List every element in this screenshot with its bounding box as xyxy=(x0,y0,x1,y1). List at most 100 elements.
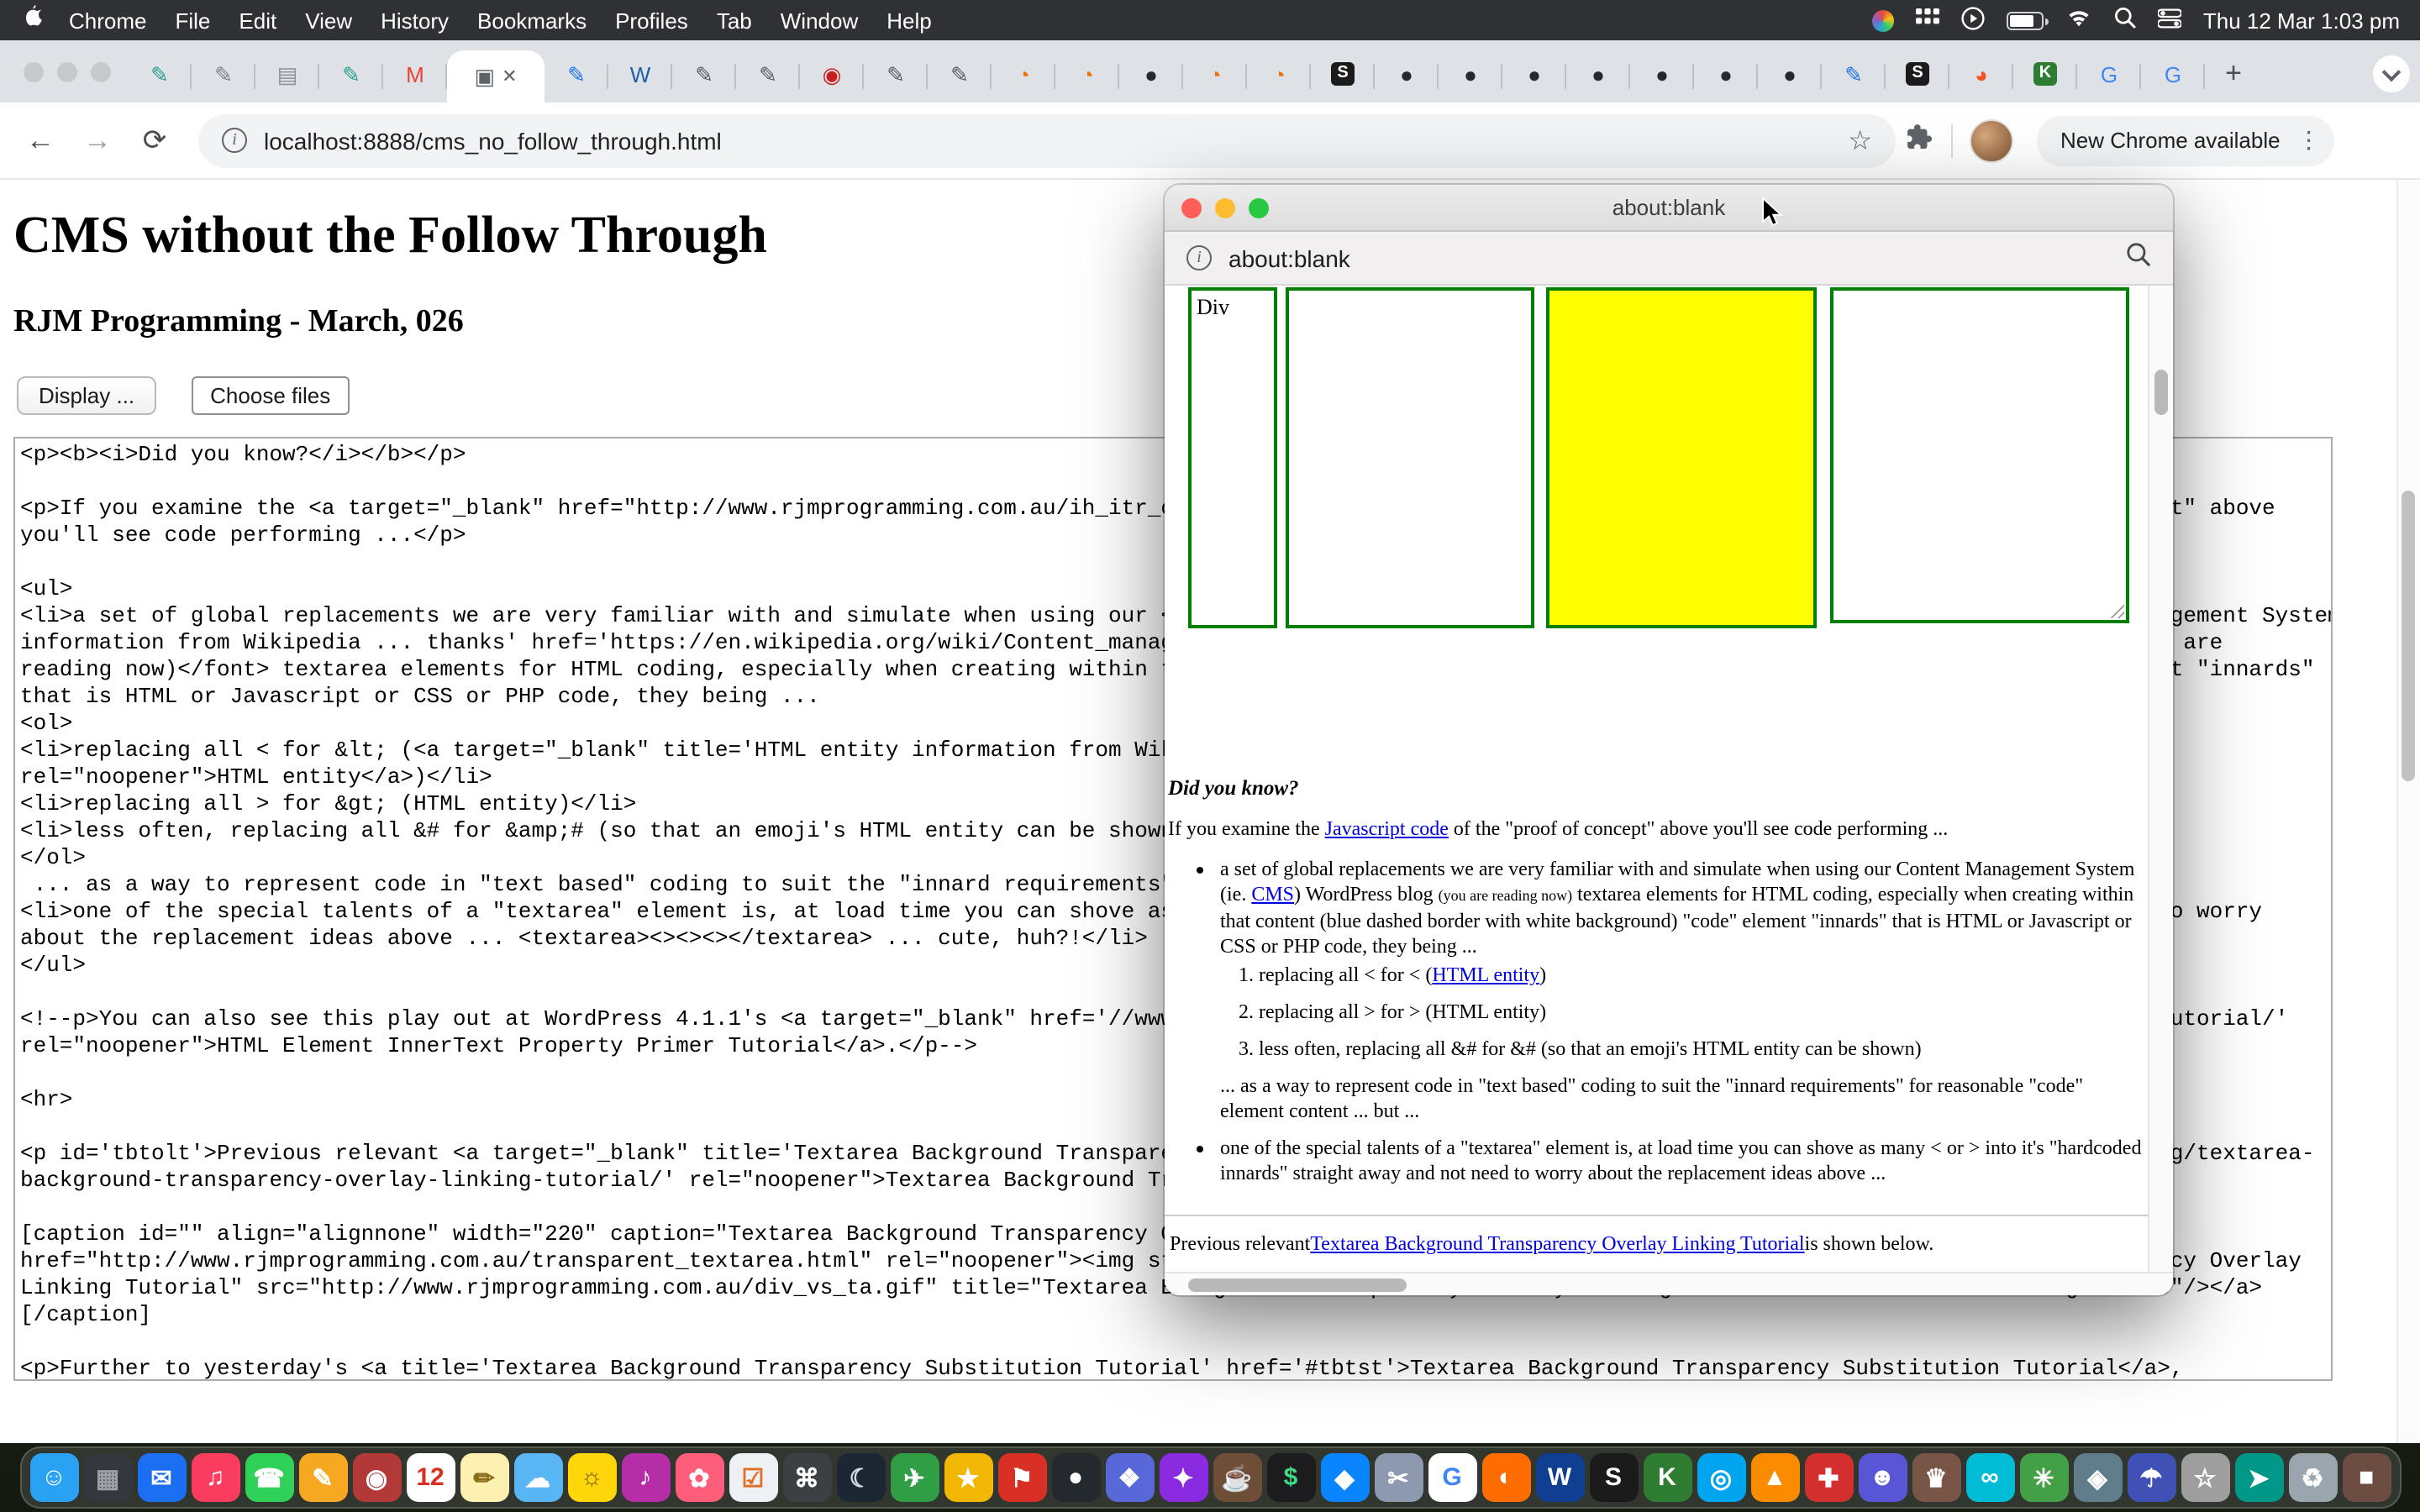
dock-app-icon[interactable]: ⌘ xyxy=(782,1453,831,1502)
dock-app-icon[interactable]: ☕ xyxy=(1213,1453,1261,1502)
dock-app-icon[interactable]: ● xyxy=(1051,1453,1100,1502)
dock-app-icon[interactable]: G xyxy=(1428,1453,1476,1502)
dock-app-icon[interactable]: ➤ xyxy=(2234,1453,2283,1502)
dock-app-icon[interactable]: ✳ xyxy=(2019,1453,2068,1502)
chrome-update-button[interactable]: New Chrome available ⋮ xyxy=(2037,115,2334,165)
browser-tab[interactable]: ◔ xyxy=(992,45,1055,102)
tab-close-icon[interactable]: ✕ xyxy=(502,66,517,87)
browser-tab[interactable]: ● xyxy=(1119,45,1183,102)
browser-tab[interactable]: ● xyxy=(1375,45,1439,102)
popup-site-info-icon[interactable]: i xyxy=(1186,245,1212,270)
dock-app-icon[interactable]: ◎ xyxy=(1697,1453,1745,1502)
close-window-button[interactable] xyxy=(24,61,44,81)
browser-tab[interactable]: W xyxy=(608,45,672,102)
page-scrollbar-thumb[interactable] xyxy=(2402,491,2415,781)
popup-hscroll-thumb[interactable] xyxy=(1188,1278,1407,1292)
menu-item[interactable]: Edit xyxy=(239,8,276,33)
browser-tab[interactable]: ▤ xyxy=(255,45,319,102)
dock-app-icon[interactable]: ◉ xyxy=(352,1453,401,1502)
dock-app-icon[interactable]: ■ xyxy=(2342,1453,2391,1502)
popup-zoom-search-icon[interactable] xyxy=(2126,241,2151,275)
dock-app-icon[interactable]: ☑ xyxy=(729,1453,777,1502)
choose-files-button[interactable]: Choose files xyxy=(192,376,349,415)
status-app-icon[interactable] xyxy=(1872,9,1894,31)
browser-tab[interactable]: S xyxy=(1311,45,1375,102)
dock-app-icon[interactable]: ☎ xyxy=(245,1453,293,1502)
reload-button[interactable]: ⟳ xyxy=(131,117,178,164)
browser-tab[interactable]: S xyxy=(1886,45,1949,102)
browser-tab[interactable]: M xyxy=(383,45,447,102)
kebab-menu-icon[interactable]: ⋮ xyxy=(2297,126,2321,155)
menu-item[interactable]: Bookmarks xyxy=(477,8,587,33)
browser-tab[interactable]: ✎ xyxy=(928,45,992,102)
dock-app-icon[interactable]: K xyxy=(1643,1453,1691,1502)
browser-tab[interactable]: ● xyxy=(1502,45,1566,102)
dock-app-icon[interactable]: ◐ xyxy=(1481,1453,1530,1502)
bookmark-star-icon[interactable]: ☆ xyxy=(1848,123,1872,157)
address-bar[interactable]: i localhost:8888/cms_no_follow_through.h… xyxy=(198,113,1896,167)
dock-app-icon[interactable]: ◆ xyxy=(1320,1453,1369,1502)
menu-item[interactable]: Help xyxy=(886,8,932,33)
dock-app-icon[interactable]: W xyxy=(1535,1453,1584,1502)
dock-app-icon[interactable]: ☻ xyxy=(1858,1453,1907,1502)
browser-tab[interactable]: ✎ xyxy=(1822,45,1886,102)
browser-tab[interactable]: ✎ xyxy=(736,45,800,102)
browser-tab[interactable]: ● xyxy=(1439,45,1502,102)
dock-app-icon[interactable]: ✉ xyxy=(137,1453,186,1502)
profile-avatar[interactable] xyxy=(1970,118,2013,162)
menu-item[interactable]: File xyxy=(176,8,211,33)
browser-tab[interactable]: ▣ ✕ xyxy=(447,50,544,102)
browser-tab[interactable]: ● xyxy=(1566,45,1630,102)
browser-tab[interactable]: ✎ xyxy=(319,45,383,102)
browser-tab[interactable]: ◉ xyxy=(800,45,864,102)
dock-app-icon[interactable]: ❖ xyxy=(1105,1453,1154,1502)
dock-app-icon[interactable]: ✎ xyxy=(298,1453,347,1502)
dock-app-icon[interactable]: ♛ xyxy=(1912,1453,1960,1502)
browser-tab[interactable]: ✎ xyxy=(128,45,192,102)
menu-item[interactable]: Chrome xyxy=(69,8,147,33)
html-entity-link[interactable]: HTML entity xyxy=(1432,963,1539,986)
wifi-icon[interactable] xyxy=(2065,8,2092,33)
browser-tab[interactable]: ✎ xyxy=(672,45,736,102)
popup-vertical-scrollbar[interactable] xyxy=(2148,286,2173,1272)
popup-url-text[interactable]: about:blank xyxy=(1228,244,1350,271)
browser-tab[interactable]: G xyxy=(2077,45,2141,102)
popup-vscroll-thumb[interactable] xyxy=(2154,370,2168,415)
grid-icon[interactable] xyxy=(1916,8,1939,33)
browser-tab[interactable]: G xyxy=(2141,45,2205,102)
browser-tab[interactable]: ● xyxy=(1630,45,1694,102)
dock-app-icon[interactable]: ★ xyxy=(944,1453,992,1502)
display-button[interactable]: Display ... xyxy=(17,376,156,415)
dock-app-icon[interactable]: ☺ xyxy=(29,1453,78,1502)
dock-app-icon[interactable]: ✂ xyxy=(1374,1453,1423,1502)
javascript-code-link[interactable]: Javascript code xyxy=(1325,816,1449,840)
browser-tab[interactable]: ◕ xyxy=(1949,45,2013,102)
dock-app-icon[interactable]: ♻ xyxy=(2288,1453,2337,1502)
new-tab-button[interactable]: + xyxy=(2212,52,2255,96)
resize-grip-icon[interactable] xyxy=(2106,600,2124,618)
menu-item[interactable]: View xyxy=(305,8,352,33)
browser-tab[interactable]: K xyxy=(2013,45,2077,102)
dock-app-icon[interactable]: ♫ xyxy=(191,1453,239,1502)
menu-item[interactable]: Tab xyxy=(717,8,752,33)
dock-app-icon[interactable]: S xyxy=(1589,1453,1638,1502)
browser-tab[interactable]: ● xyxy=(1758,45,1822,102)
browser-tab[interactable]: ◔ xyxy=(1183,45,1247,102)
proof-textarea[interactable] xyxy=(1830,287,2129,623)
browser-tab[interactable]: ✎ xyxy=(864,45,928,102)
popup-title-bar[interactable]: about:blank xyxy=(1165,185,2173,232)
popup-address-bar[interactable]: i about:blank xyxy=(1165,232,2173,286)
minimize-window-button[interactable] xyxy=(57,61,77,81)
battery-icon[interactable] xyxy=(2007,11,2044,29)
dock-app-icon[interactable]: ✦ xyxy=(1159,1453,1207,1502)
browser-tab[interactable]: ◔ xyxy=(1247,45,1311,102)
dock-app-icon[interactable]: ☆ xyxy=(2181,1453,2229,1502)
extensions-puzzle-icon[interactable] xyxy=(1906,122,1934,159)
tab-search-chevron-icon[interactable] xyxy=(2373,55,2410,92)
forward-button[interactable]: → xyxy=(74,117,121,164)
dock-app-icon[interactable]: ∞ xyxy=(1965,1453,2014,1502)
dock-app-icon[interactable]: ✏ xyxy=(460,1453,508,1502)
control-center-icon[interactable] xyxy=(2158,8,2181,33)
dock-app-icon[interactable]: ♪ xyxy=(621,1453,670,1502)
zoom-window-button[interactable] xyxy=(91,61,111,81)
